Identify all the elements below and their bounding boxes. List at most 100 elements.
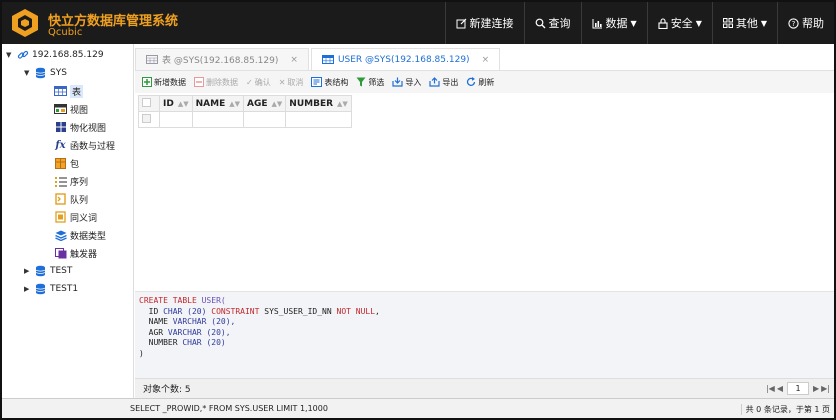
sql-identifier: ID: [139, 306, 164, 316]
nav-data-label: 数据: [605, 17, 628, 30]
tree-item-materialized-views[interactable]: 物化视图: [54, 119, 106, 135]
sql-size: (20),: [206, 317, 236, 326]
collapse-arrow-icon[interactable]: ▶: [24, 267, 34, 275]
tree-schema-sys[interactable]: ▼ SYS: [24, 65, 67, 81]
cubes-icon: [54, 122, 67, 133]
tree-item-sequences[interactable]: 序列: [54, 173, 88, 189]
refresh-icon: [466, 77, 476, 87]
function-icon: fx: [55, 139, 66, 151]
sql-type: VARCHAR: [172, 317, 207, 326]
tab-label: 表 @SYS(192.168.85.129): [162, 56, 279, 66]
nav-query[interactable]: 查询: [523, 2, 581, 44]
add-row-button[interactable]: 新增数据: [142, 77, 186, 88]
tree-item-tables[interactable]: 表: [54, 83, 84, 99]
last-page-icon[interactable]: ▶|: [821, 384, 830, 393]
confirm-button[interactable]: ✓ 确认: [246, 77, 271, 88]
top-nav: 新建连接 查询 数据 ▼ 安全 ▼ 其他 ▼ ? 帮助: [444, 2, 834, 44]
executed-sql: SELECT _PROWID,* FROM SYS.USER LIMIT 1,1…: [130, 404, 328, 413]
select-all-checkbox[interactable]: [142, 97, 151, 107]
add-icon: [142, 77, 152, 87]
first-page-icon[interactable]: |◀: [766, 384, 775, 393]
table-cell[interactable]: [191, 111, 245, 128]
tree-item-packages[interactable]: 包: [54, 155, 79, 171]
sql-type: VARCHAR: [167, 327, 202, 337]
object-tree: ▼ 192.168.85.129 ▼ SYS 表 视图 物化视图 fx 函数与过…: [2, 44, 134, 398]
nav-data[interactable]: 数据 ▼: [580, 2, 647, 44]
bottom-status-bar: SELECT _PROWID,* FROM SYS.USER LIMIT 1,1…: [2, 398, 834, 418]
expand-arrow-icon[interactable]: ▼: [24, 69, 34, 77]
help-icon: ?: [788, 17, 799, 29]
tree-item-label: 视图: [70, 105, 89, 116]
table-cell[interactable]: [285, 111, 353, 128]
check-icon: ✓: [246, 77, 253, 87]
sort-icon[interactable]: ▲▼: [337, 100, 348, 108]
tab-tables-list[interactable]: 表 @SYS(192.168.85.129) ×: [135, 48, 309, 70]
row-checkbox[interactable]: [142, 113, 151, 123]
next-page-icon[interactable]: ▶: [813, 384, 819, 393]
select-all-cell[interactable]: [138, 95, 160, 112]
confirm-label: 确认: [254, 77, 271, 87]
tree-item-triggers[interactable]: 触发器: [54, 245, 97, 261]
sql-punct: ): [139, 348, 144, 358]
row-select-cell[interactable]: [138, 111, 160, 128]
tree-schema-test[interactable]: ▶ TEST: [24, 263, 72, 279]
cancel-button[interactable]: ✕ 取消: [279, 77, 304, 88]
column-header-id[interactable]: ID ▲▼: [159, 95, 193, 112]
sort-icon[interactable]: ▲▼: [229, 100, 240, 108]
sql-keyword: CREATE TABLE: [139, 296, 197, 305]
nav-new-connection[interactable]: 新建连接: [444, 2, 524, 44]
tree-item-label: 表: [70, 84, 84, 98]
delete-row-button[interactable]: 删除数据: [194, 77, 238, 88]
nav-other-label: 其他: [735, 17, 758, 30]
tree-item-synonyms[interactable]: 同义词: [54, 209, 97, 225]
sql-identifier: NUMBER: [139, 338, 183, 347]
sql-identifier: NAME: [139, 317, 173, 326]
prev-page-icon[interactable]: ◀: [777, 384, 783, 393]
nav-help[interactable]: ? 帮助: [777, 2, 834, 44]
pager: |◀ ◀ 1 ▶ ▶|: [766, 382, 830, 395]
tree-item-data-types[interactable]: 数据类型: [54, 227, 106, 243]
sql-identifier: USER(: [196, 296, 226, 305]
object-status-row: 对象个数: 5 |◀ ◀ 1 ▶ ▶|: [135, 378, 834, 398]
sql-punct: ,: [375, 306, 380, 316]
table-cell[interactable]: [159, 111, 193, 128]
import-button[interactable]: 导入: [392, 77, 421, 88]
sql-size: (20): [201, 338, 226, 347]
tree-schema-test-label: TEST: [50, 266, 73, 276]
database-icon: [34, 283, 47, 295]
tab-user-table[interactable]: USER @SYS(192.168.85.129) ×: [310, 48, 501, 70]
nav-other[interactable]: 其他 ▼: [711, 2, 777, 44]
table-structure-button[interactable]: 表结构: [311, 77, 348, 88]
expand-arrow-icon[interactable]: ▼: [6, 51, 16, 59]
nav-new-connection-label: 新建连接: [469, 17, 514, 30]
table-cell[interactable]: [242, 111, 287, 128]
tree-item-functions[interactable]: fx 函数与过程: [54, 137, 115, 153]
structure-icon: [311, 77, 323, 87]
view-icon: [54, 104, 67, 115]
export-button[interactable]: 导出: [429, 77, 458, 88]
list-icon: [54, 176, 67, 187]
tab-label: USER @SYS(192.168.85.129): [337, 54, 470, 65]
page-number-input[interactable]: 1: [786, 382, 809, 395]
column-header-age[interactable]: AGE ▲▼: [242, 95, 287, 112]
column-header-name[interactable]: NAME ▲▼: [191, 95, 245, 112]
collapse-arrow-icon[interactable]: ▶: [24, 285, 34, 293]
tree-connection[interactable]: ▼ 192.168.85.129: [6, 47, 104, 63]
nav-help-label: 帮助: [802, 17, 824, 30]
tree-item-queues[interactable]: 队列: [54, 191, 88, 207]
tree-item-views[interactable]: 视图: [54, 101, 88, 117]
nav-security[interactable]: 安全 ▼: [646, 2, 712, 44]
filter-button[interactable]: 筛选: [356, 77, 384, 88]
table-icon: [146, 55, 158, 64]
column-header-number[interactable]: NUMBER ▲▼: [285, 95, 353, 112]
sql-size: (20),: [201, 327, 231, 337]
sort-icon[interactable]: ▲▼: [272, 100, 283, 108]
tree-schema-test1[interactable]: ▶ TEST1: [24, 281, 78, 297]
table-row[interactable]: [138, 111, 353, 128]
close-icon[interactable]: ×: [290, 55, 298, 65]
sql-size: (20): [182, 306, 212, 316]
close-icon[interactable]: ×: [482, 55, 490, 65]
sort-icon[interactable]: ▲▼: [178, 100, 189, 108]
refresh-button[interactable]: 刷新: [466, 77, 494, 88]
tree-item-label: 物化视图: [70, 123, 107, 134]
